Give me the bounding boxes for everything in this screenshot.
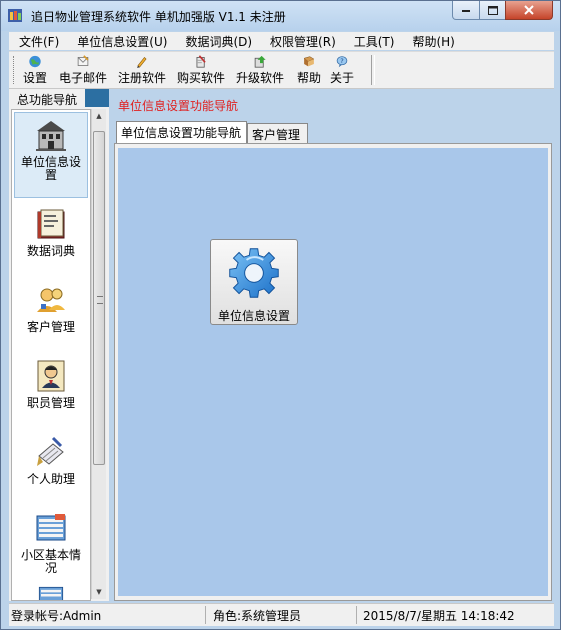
buy-label: 购买软件 — [177, 71, 226, 85]
settings-button[interactable]: 设置 — [23, 54, 47, 86]
menu-data-dictionary[interactable]: 数据词典(D) — [175, 33, 260, 50]
maximize-icon — [487, 5, 498, 15]
scroll-down-icon[interactable]: ▼ — [92, 585, 106, 599]
about-button[interactable]: ? 关于 — [330, 54, 354, 86]
nav-panel: 总功能导航 单位信息设置 数据词典 客户管理 职员管理 个人助理 小区基本情况 … — [9, 89, 109, 601]
nav-scrollbar[interactable]: ▲ ▼ — [91, 109, 106, 599]
toolbar-grip[interactable] — [13, 56, 17, 84]
customers-icon — [37, 288, 65, 312]
nav-item-community[interactable]: 小区基本情况 — [14, 510, 88, 580]
nav-header-title: 总功能导航 — [17, 93, 78, 107]
book-pen-icon — [196, 55, 206, 68]
app-icon — [8, 9, 22, 22]
nav-item-label: 客户管理 — [26, 320, 75, 334]
register-label: 注册软件 — [118, 71, 167, 85]
upgrade-button[interactable]: 升级软件 — [236, 54, 284, 86]
settings-label: 设置 — [23, 71, 48, 85]
status-datetime: 2015/8/7/星期五 14:18:42 — [363, 609, 515, 623]
toolbar: 设置 电子邮件 注册软件 购买软件 升级软件 帮助 ? 关于 — [9, 51, 554, 89]
window-title: 追日物业管理系统软件 单机加强版 V1.1 未注册 — [31, 10, 286, 24]
tab-unit-info-nav[interactable]: 单位信息设置功能导航 — [116, 121, 247, 143]
menu-bar: 文件(F) 单位信息设置(U) 数据词典(D) 权限管理(R) 工具(T) 帮助… — [9, 32, 554, 50]
nav-item-assistant[interactable]: 个人助理 — [14, 434, 88, 494]
table-icon — [38, 586, 64, 600]
menu-file[interactable]: 文件(F) — [9, 33, 67, 50]
pencil-icon — [137, 56, 147, 68]
minimize-button[interactable] — [452, 1, 480, 20]
tab-customer-management[interactable]: 客户管理 — [247, 123, 308, 143]
unit-info-settings-button[interactable]: 单位信息设置 — [210, 239, 298, 325]
email-icon — [77, 55, 89, 66]
help-label: 帮助 — [297, 71, 322, 85]
employee-icon — [37, 360, 65, 392]
building-icon — [36, 121, 66, 151]
unit-info-settings-label: 单位信息设置 — [217, 309, 290, 323]
email-label: 电子邮件 — [59, 71, 108, 85]
about-label: 关于 — [330, 71, 355, 85]
upgrade-icon — [254, 55, 266, 68]
app-window: 追日物业管理系统软件 单机加强版 V1.1 未注册 文件(F) 单位信息设置(U… — [0, 0, 561, 630]
tab-content: 单位信息设置 — [114, 143, 552, 601]
status-role: 角色:系统管理员 — [213, 609, 302, 623]
status-divider — [356, 606, 357, 624]
nav-item-more[interactable] — [14, 584, 88, 600]
nav-list: 单位信息设置 数据词典 客户管理 职员管理 个人助理 小区基本情况 — [11, 109, 91, 601]
svg-text:?: ? — [340, 57, 343, 65]
dictionary-icon — [37, 209, 65, 239]
menu-permissions[interactable]: 权限管理(R) — [260, 33, 344, 50]
nav-item-customers[interactable]: 客户管理 — [14, 282, 88, 342]
page-title: 单位信息设置功能导航 — [118, 99, 239, 113]
nav-header: 总功能导航 — [9, 89, 109, 107]
nav-item-employees[interactable]: 职员管理 — [14, 358, 88, 418]
nav-item-unit-info[interactable]: 单位信息设置 — [14, 112, 88, 198]
help-book-icon — [303, 56, 315, 67]
assistant-icon — [37, 436, 64, 466]
nav-item-label: 数据词典 — [26, 244, 75, 258]
help-button[interactable]: 帮助 — [297, 54, 321, 86]
nav-item-label: 职员管理 — [26, 396, 75, 410]
scroll-up-icon[interactable]: ▲ — [92, 109, 106, 123]
status-divider — [205, 606, 206, 624]
nav-header-tab[interactable] — [85, 89, 109, 107]
menu-unit-info[interactable]: 单位信息设置(U) — [67, 33, 175, 50]
gear-icon — [229, 248, 279, 298]
globe-icon — [29, 55, 41, 68]
about-icon: ? — [336, 56, 348, 68]
upgrade-label: 升级软件 — [236, 71, 285, 85]
minimize-icon — [462, 10, 470, 12]
menu-tools[interactable]: 工具(T) — [344, 33, 403, 50]
status-bar: 登录帐号:Admin 角色:系统管理员 2015/8/7/星期五 14:18:4… — [9, 603, 554, 626]
close-icon — [524, 5, 534, 15]
buy-button[interactable]: 购买软件 — [177, 54, 225, 86]
scroll-thumb[interactable] — [93, 131, 105, 465]
close-button[interactable] — [505, 1, 553, 20]
main-pane: 单位信息设置功能导航 单位信息设置功能导航 客户管理 单位信息设置 — [112, 89, 554, 601]
nav-item-data-dictionary[interactable]: 数据词典 — [14, 206, 88, 266]
email-button[interactable]: 电子邮件 — [59, 54, 107, 86]
toolbar-separator — [371, 55, 375, 85]
register-button[interactable]: 注册软件 — [118, 54, 166, 86]
maximize-button[interactable] — [479, 1, 506, 20]
community-icon — [36, 514, 66, 541]
menu-help[interactable]: 帮助(H) — [402, 33, 462, 50]
nav-item-label: 单位信息设置 — [20, 155, 81, 182]
nav-item-label: 小区基本情况 — [20, 548, 81, 575]
tab-panel: 单位信息设置 — [118, 148, 548, 596]
nav-item-label: 个人助理 — [26, 472, 75, 486]
title-bar[interactable]: 追日物业管理系统软件 单机加强版 V1.1 未注册 — [1, 1, 560, 31]
status-login: 登录帐号:Admin — [11, 609, 102, 623]
